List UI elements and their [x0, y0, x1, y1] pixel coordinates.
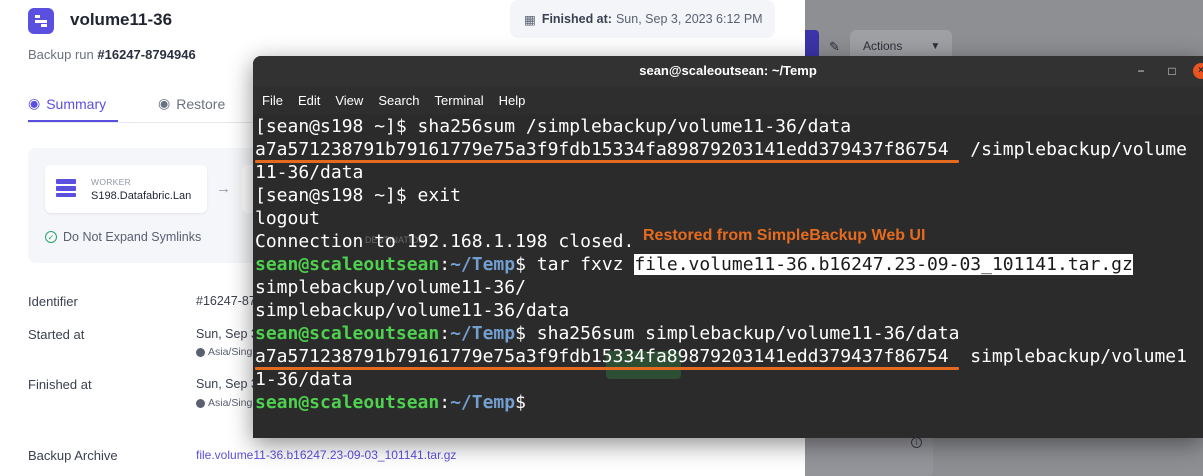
prompt-dir: ~/Temp	[450, 323, 516, 344]
backup-archive-link[interactable]: file.volume11-36.b16247.23-09-03_101141.…	[196, 448, 456, 462]
tab-summary[interactable]: ◉ Summary	[28, 95, 106, 112]
arrow-right-icon: →	[216, 180, 231, 197]
prompt-dir: ~/Temp	[450, 254, 516, 275]
backup-archive-label: Backup Archive	[28, 448, 118, 463]
prompt-sep: :	[439, 392, 451, 413]
terminal-menu-bar: File Edit View Search Terminal Help	[253, 86, 1203, 114]
prompt-user: sean@scaleoutsean	[255, 392, 440, 413]
menu-file[interactable]: File	[262, 93, 283, 108]
terminal-line-5: logout	[255, 208, 321, 229]
identifier-label: Identifier	[28, 294, 78, 309]
menu-terminal[interactable]: Terminal	[435, 93, 484, 108]
started-at-label: Started at	[28, 327, 85, 342]
active-tab-indicator	[28, 120, 118, 122]
globe-icon	[196, 347, 205, 357]
finished-at-timezone: Asia/Sing	[196, 397, 252, 409]
volume-icon	[28, 8, 54, 34]
checksum-remote-path: /simplebackup/volume	[948, 139, 1187, 160]
tab-summary-label: Summary	[46, 95, 107, 112]
started-at-value: Sun, Sep 3	[196, 327, 258, 341]
menu-search[interactable]: Search	[378, 93, 419, 108]
finished-at-badge: ▦ Finished at: Sun, Sep 3, 2023 6:12 PM	[510, 0, 775, 38]
started-at-timezone: Asia/Sing	[196, 346, 252, 358]
terminal-line-6: Connection to 192.168.1.198 closed.	[255, 231, 635, 252]
symlinks-label: Do Not Expand Symlinks	[63, 230, 202, 244]
calendar-icon: ▦	[524, 12, 536, 27]
prompt-dir: ~/Temp	[450, 392, 516, 413]
terminal-line-4: [sean@s198 ~]$ exit	[255, 185, 461, 206]
prompt-user: sean@scaleoutsean	[255, 323, 440, 344]
tar-command: tar fxvz	[536, 254, 635, 275]
tab-restore[interactable]: ◉ Restore	[158, 95, 225, 112]
prompt-sep: :	[439, 323, 451, 344]
info-icon[interactable]: i	[911, 437, 922, 448]
finished-at-row-value: Sun, Sep 3	[196, 377, 258, 391]
terminal-line-7: sean@scaleoutsean:~/Temp$ tar fxvz file.…	[255, 253, 1133, 276]
eye-icon: ◉	[158, 95, 171, 111]
sha-command: sha256sum simplebackup/volume11-36/data	[536, 323, 960, 344]
tabs-divider	[28, 122, 258, 123]
identifier-value: #16247-87	[196, 294, 256, 308]
terminal-line-1: [sean@s198 ~]$ sha256sum /simplebackup/v…	[255, 116, 852, 137]
actions-label: Actions	[863, 39, 903, 53]
terminal-title: sean@scaleoutsean: ~/Temp	[253, 56, 1203, 86]
archive-filename-highlight: file.volume11-36.b16247.23-09-03_101141.…	[634, 254, 1133, 275]
eye-icon: ◉	[28, 95, 41, 111]
prompt-dollar: $	[515, 254, 537, 275]
terminal-line-9: simplebackup/volume11-36/data	[255, 300, 570, 321]
menu-help[interactable]: Help	[499, 93, 526, 108]
worker-box: WORKER S198.Datafabric.Lan	[45, 165, 207, 213]
symlinks-option: ✓ Do Not Expand Symlinks	[45, 230, 201, 244]
chevron-down-icon: ▼	[930, 40, 941, 52]
terminal-line-3: 11-36/data	[255, 162, 364, 183]
annotation-label: Restored from SimpleBackup Web UI	[643, 227, 926, 244]
backup-run-line: Backup run #16247-8794946	[28, 47, 196, 62]
prompt-sep: :	[439, 254, 451, 275]
terminal-output[interactable]: DESTINATION [sean@s198 ~]$ sha256sum /si…	[253, 114, 1203, 438]
worker-value: S198.Datafabric.Lan	[91, 190, 192, 202]
prompt-dollar: $	[515, 323, 537, 344]
checksum-local-path: simplebackup/volume1	[948, 346, 1187, 367]
check-circle-icon: ✓	[45, 231, 57, 243]
checksum-local: a7a571238791b79161779e75a3f9fdb15334fa89…	[255, 346, 949, 367]
terminal-line-10: sean@scaleoutsean:~/Temp$ sha256sum simp…	[255, 322, 959, 345]
prompt-user: sean@scaleoutsean	[255, 254, 440, 275]
terminal-line-11: a7a571238791b79161779e75a3f9fdb15334fa89…	[255, 345, 1187, 368]
pencil-icon[interactable]: ✎	[829, 39, 840, 55]
checksum-remote: a7a571238791b79161779e75a3f9fdb15334fa89…	[255, 139, 949, 160]
checksum-underline	[255, 367, 959, 370]
finished-at-label: Finished at:	[541, 12, 612, 26]
terminal-line-8: simplebackup/volume11-36/	[255, 277, 526, 298]
globe-icon	[196, 398, 205, 408]
started-tz-text: Asia/Sing	[208, 346, 253, 358]
volume-title: volume11-36	[70, 10, 173, 29]
close-icon[interactable]: ×	[1193, 63, 1203, 79]
minimize-icon[interactable]: −	[1131, 56, 1151, 86]
terminal-line-13: sean@scaleoutsean:~/Temp$	[255, 391, 537, 414]
finished-tz-text: Asia/Sing	[208, 397, 253, 409]
maximize-icon[interactable]: □	[1162, 56, 1182, 86]
backup-run-id: #16247-8794946	[97, 47, 196, 62]
menu-view[interactable]: View	[335, 93, 363, 108]
finished-at-value: Sun, Sep 3, 2023 6:12 PM	[615, 12, 763, 26]
prompt-dollar: $	[515, 392, 537, 413]
terminal-window[interactable]: sean@scaleoutsean: ~/Temp − □ × File Edi…	[253, 56, 1203, 438]
menu-edit[interactable]: Edit	[298, 93, 320, 108]
tab-restore-label: Restore	[176, 95, 226, 112]
worker-label: WORKER	[91, 177, 132, 187]
finished-at-row-label: Finished at	[28, 377, 92, 392]
server-icon	[56, 179, 76, 197]
backup-run-prefix: Backup run	[28, 47, 94, 62]
terminal-line-12: 1-36/data	[255, 369, 353, 390]
terminal-line-2: a7a571238791b79161779e75a3f9fdb15334fa89…	[255, 138, 1187, 161]
